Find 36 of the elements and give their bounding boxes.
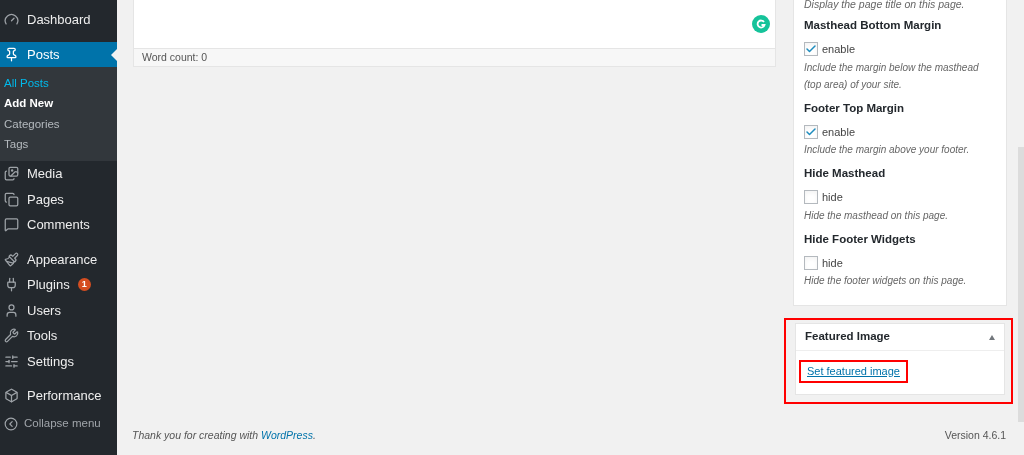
box-title: Featured Image xyxy=(805,329,890,345)
checkbox-label: enable xyxy=(822,124,856,140)
collapse-menu-button[interactable]: Collapse menu xyxy=(0,411,117,436)
submenu-item[interactable]: All Posts xyxy=(0,73,117,94)
menu-item[interactable]: Users xyxy=(0,297,117,323)
checkbox-label: hide xyxy=(822,190,843,205)
field-title: Masthead Bottom Margin xyxy=(804,18,943,32)
footer-thanks: Thank you for creating with WordPress. xyxy=(132,428,316,443)
submenu-item[interactable]: Add New xyxy=(0,93,117,114)
menu-item[interactable]: Tools xyxy=(0,323,117,349)
version-text: Version 4.6.1 xyxy=(944,428,1006,443)
menu-item[interactable]: Media xyxy=(0,161,117,187)
menu-item[interactable]: Posts xyxy=(0,41,117,67)
field-description: Include the margin below the masthead (top area) of your site. xyxy=(804,60,980,92)
menu-item[interactable]: Dashboard xyxy=(0,7,117,33)
wordpress-link[interactable]: WordPress xyxy=(261,429,313,441)
set-featured-image-link[interactable]: Set featured image xyxy=(799,360,908,383)
field-description: Hide the masthead on this page. xyxy=(804,208,949,223)
field-title: Hide Masthead xyxy=(804,166,887,180)
checkbox-label: hide xyxy=(822,255,843,271)
menu-item[interactable]: Performance xyxy=(0,383,117,409)
menu-item[interactable]: Comments xyxy=(0,212,117,238)
menu-item[interactable]: Plugins 1 xyxy=(0,272,117,298)
update-count-badge: 1 xyxy=(77,278,91,292)
field-description: Display the page title on this page. xyxy=(804,0,966,10)
menu-item[interactable]: Pages xyxy=(0,186,117,212)
field-title: Footer Top Margin xyxy=(804,100,906,115)
word-count: Word count: 0 xyxy=(134,48,775,66)
submenu-item[interactable]: Categories xyxy=(0,114,117,135)
field-description: Hide the footer widgets on this page. xyxy=(804,274,968,288)
checkbox-label: enable xyxy=(822,42,856,57)
field-description: Include the margin above your footer. xyxy=(804,143,971,157)
field-title: Hide Footer Widgets xyxy=(804,231,917,246)
submenu-item[interactable]: Tags xyxy=(0,134,117,155)
menu-item[interactable]: Settings xyxy=(0,348,117,374)
menu-item[interactable]: Appearance xyxy=(0,246,117,272)
